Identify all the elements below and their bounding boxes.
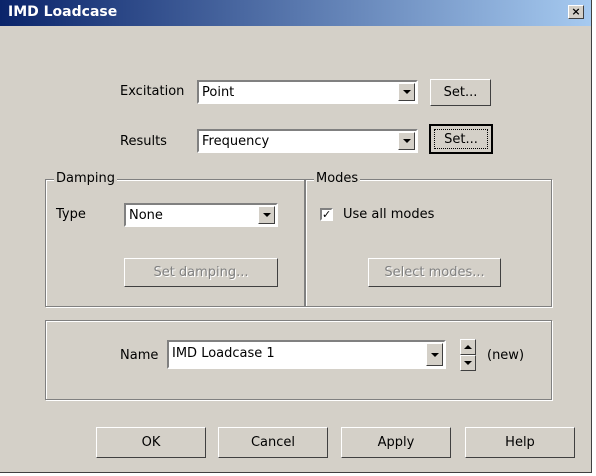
results-dropdown-button[interactable] [398,132,415,150]
focus-rectangle [434,129,488,149]
damping-group-label: Damping [54,171,117,186]
damping-type-label: Type [56,207,86,222]
close-icon: × [571,5,581,18]
checkmark-icon: ✓ [322,208,332,221]
damping-type-value: None [129,208,163,223]
modes-group-label: Modes [314,171,361,186]
arrow-up-icon [464,345,472,349]
excitation-label: Excitation [120,84,185,99]
window-title: IMD Loadcase [8,4,118,20]
name-label: Name [120,348,159,363]
name-dropdown-button[interactable] [426,343,443,366]
use-all-modes-checkbox[interactable]: ✓ [320,208,333,221]
damping-group: Damping [45,171,305,307]
chevron-down-icon [431,353,439,357]
ok-button[interactable]: OK [96,427,206,458]
excitation-dropdown-button[interactable] [398,83,415,101]
results-combo[interactable]: Frequency [197,129,418,153]
excitation-value: Point [202,85,235,100]
modes-group: Modes [305,171,552,307]
title-bar[interactable]: IMD Loadcase × [0,0,591,26]
name-spin-up-button[interactable] [460,339,476,355]
name-value: IMD Loadcase 1 [172,346,275,361]
apply-button[interactable]: Apply [341,427,451,458]
imd-loadcase-dialog: IMD Loadcase × Excitation Point Set... R… [0,0,592,473]
arrow-down-icon [464,361,472,365]
use-all-modes-label[interactable]: Use all modes [343,207,434,222]
name-combo[interactable]: IMD Loadcase 1 [167,340,446,369]
excitation-set-button[interactable]: Set... [430,79,491,106]
select-modes-button[interactable]: Select modes... [368,258,501,287]
excitation-combo[interactable]: Point [197,80,418,104]
set-damping-button[interactable]: Set damping... [124,258,278,287]
close-button[interactable]: × [568,5,584,19]
damping-type-combo[interactable]: None [124,203,278,227]
name-status: (new) [487,348,525,363]
chevron-down-icon [403,90,411,94]
cancel-button[interactable]: Cancel [218,427,328,458]
results-label: Results [120,134,167,149]
chevron-down-icon [403,139,411,143]
chevron-down-icon [263,213,271,217]
name-spin-down-button[interactable] [460,355,476,371]
damping-type-dropdown-button[interactable] [258,206,275,224]
results-set-button[interactable]: Set... [429,124,493,154]
help-button[interactable]: Help [465,427,575,458]
results-value: Frequency [202,134,270,149]
